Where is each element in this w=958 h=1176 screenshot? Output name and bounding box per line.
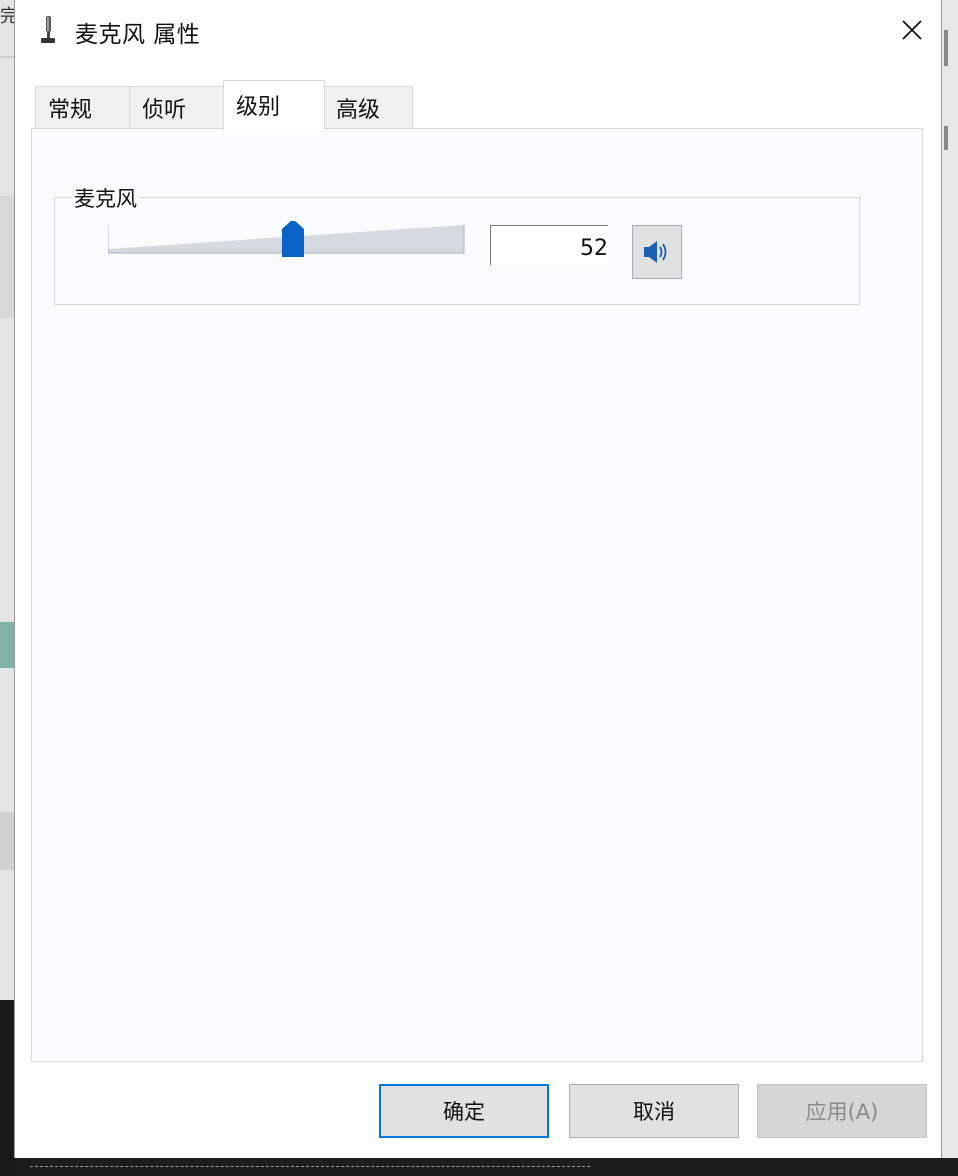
slider-thumb[interactable] (282, 221, 304, 257)
tab-label: 侦听 (142, 97, 187, 123)
speaker-icon (644, 241, 667, 263)
properties-dialog: 麦克风 属性 常规 侦听 级别 高级 麦克风 52 确定 取消 应用(A) (14, 0, 942, 1158)
background-terminal (0, 1000, 14, 1176)
group-label: 麦克风 (72, 183, 139, 213)
background-panel (0, 196, 14, 318)
ok-button[interactable]: 确定 (379, 1084, 549, 1138)
tab-panel-levels: 麦克风 (31, 128, 923, 1062)
background-taskbar (14, 1158, 958, 1176)
microphone-icon (41, 16, 55, 43)
tab-bar: 常规 侦听 级别 高级 (35, 80, 925, 130)
tab-label: 高级 (336, 97, 381, 123)
level-value-input[interactable] (490, 225, 608, 265)
window-title: 麦克风 属性 (75, 22, 201, 48)
background-panel (0, 812, 14, 870)
background-divider (0, 56, 14, 58)
tab-listen[interactable]: 侦听 (129, 86, 225, 128)
volume-slider[interactable] (108, 221, 466, 257)
close-icon (902, 20, 922, 40)
cancel-button[interactable]: 取消 (569, 1084, 739, 1138)
mute-button[interactable] (632, 225, 682, 279)
tab-label: 常规 (48, 97, 93, 123)
tab-advanced[interactable]: 高级 (323, 86, 413, 128)
background-text-fragment: 完 (0, 6, 14, 27)
background-thumbnail (0, 622, 14, 668)
apply-button[interactable]: 应用(A) (757, 1084, 927, 1138)
tab-general[interactable]: 常规 (35, 86, 131, 128)
background-window-right (942, 0, 958, 1158)
title-bar[interactable]: 麦克风 属性 (15, 0, 941, 62)
tab-levels[interactable]: 级别 (223, 80, 325, 130)
close-button[interactable] (891, 10, 933, 50)
tab-label: 级别 (236, 95, 281, 120)
